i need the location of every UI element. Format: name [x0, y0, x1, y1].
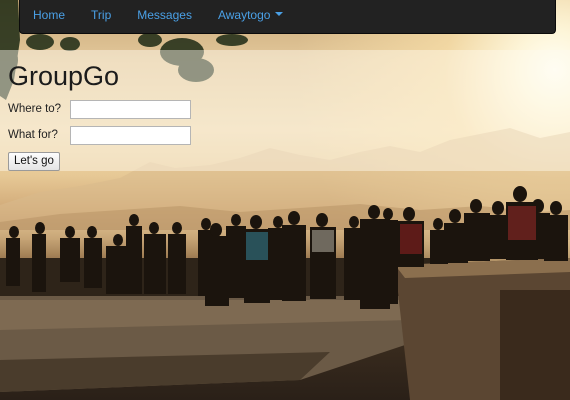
page: Home Trip Messages Awaytogo GroupGo Wher…: [0, 0, 570, 400]
nav-trip-link[interactable]: Trip: [78, 0, 124, 34]
haze-band: [0, 230, 570, 260]
caret-down-icon: [275, 12, 284, 17]
what-for-label: What for?: [8, 129, 58, 141]
nav-account-dropdown[interactable]: Awaytogo: [205, 0, 296, 34]
nav-account-label: Awaytogo: [217, 7, 271, 22]
nav-messages-link[interactable]: Messages: [124, 0, 205, 34]
where-to-input[interactable]: [70, 100, 191, 119]
page-title: GroupGo: [8, 61, 120, 91]
top-navbar: Home Trip Messages Awaytogo: [19, 0, 556, 34]
where-to-label: Where to?: [8, 103, 62, 115]
what-for-input[interactable]: [70, 126, 191, 145]
lets-go-button[interactable]: Let's go: [8, 152, 60, 171]
nav-home-link[interactable]: Home: [20, 0, 78, 34]
